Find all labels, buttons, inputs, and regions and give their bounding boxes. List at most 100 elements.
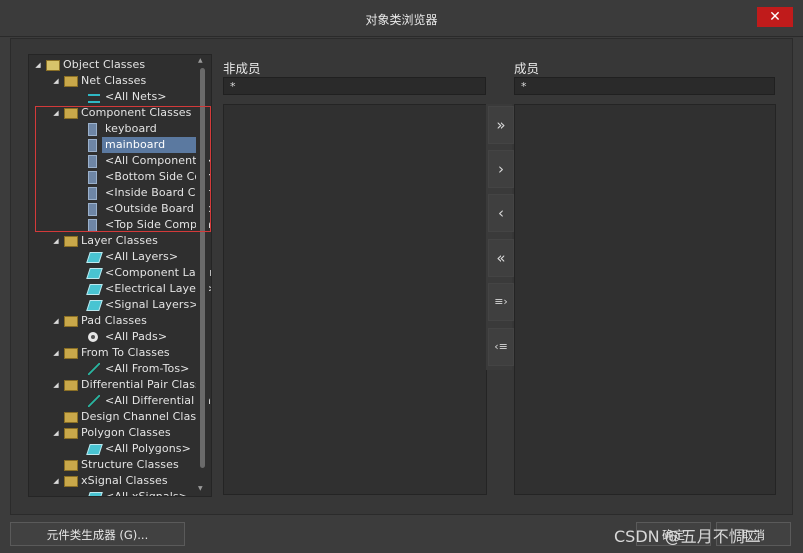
- tree-item[interactable]: <All Polygons>: [29, 441, 209, 457]
- tree-item[interactable]: ◢ Pad Classes: [29, 313, 209, 329]
- tree-item[interactable]: ◢ Object Classes: [29, 57, 209, 73]
- tree-item-label: <All From-Tos>: [105, 362, 190, 375]
- folder-icon: [64, 428, 78, 439]
- layer-icon: [86, 284, 103, 295]
- tree-item-label: <All xSignals>: [105, 490, 188, 497]
- tree-item[interactable]: <All Nets>: [29, 89, 209, 105]
- members-header: 成员: [514, 61, 540, 76]
- non-members-filter-input[interactable]: [223, 77, 486, 95]
- tree-item-label: Component Classes: [81, 106, 192, 119]
- tree-item-label: <All Pads>: [105, 330, 168, 343]
- from-to-icon: [88, 363, 100, 375]
- tree-item-label: <All Polygons>: [105, 442, 191, 455]
- folder-icon: [64, 460, 78, 471]
- tree-item[interactable]: <Electrical Layers>: [29, 281, 211, 297]
- scrollbar-thumb[interactable]: [200, 68, 205, 468]
- remove-selected-list-button[interactable]: ‹≡: [488, 328, 514, 366]
- component-icon: [88, 219, 97, 232]
- folder-icon: [64, 316, 78, 327]
- tree-item[interactable]: <Bottom Side Comp: [29, 169, 211, 185]
- component-icon: [88, 203, 97, 216]
- component-icon: [88, 171, 97, 184]
- add-button[interactable]: ›: [488, 150, 514, 188]
- tree-item[interactable]: ◢ Net Classes: [29, 73, 209, 89]
- tree-item-label: xSignal Classes: [81, 474, 168, 487]
- close-button[interactable]: ✕: [757, 7, 793, 27]
- tree-item[interactable]: <Signal Layers>: [29, 297, 209, 313]
- tree-item-label: <All Layers>: [105, 250, 179, 263]
- expand-arrow-icon[interactable]: ◢: [51, 105, 61, 121]
- folder-icon: [64, 380, 78, 391]
- tree-item-label: Net Classes: [81, 74, 147, 87]
- tree-item-label: keyboard: [105, 122, 157, 135]
- tree-item[interactable]: Structure Classes: [29, 457, 209, 473]
- component-icon: [88, 139, 97, 152]
- tree-item-label: Pad Classes: [81, 314, 147, 327]
- object-class-tree[interactable]: ◢ Object Classes ◢ Net Classes <All Nets> ◢ Co…: [28, 54, 212, 497]
- tree-item[interactable]: <All Components>: [29, 153, 211, 169]
- pad-icon: [88, 332, 98, 342]
- tree-item-label: <Signal Layers>: [105, 298, 199, 311]
- tree-item[interactable]: <All Differential Pai: [29, 393, 211, 409]
- class-generator-button[interactable]: 元件类生成器 (G)...: [10, 522, 185, 546]
- tree-item-label: From To Classes: [81, 346, 170, 359]
- tree-item-label: Structure Classes: [81, 458, 179, 471]
- expand-arrow-icon[interactable]: ◢: [51, 473, 61, 489]
- tree-item[interactable]: <All Pads>: [29, 329, 209, 345]
- layer-icon: [86, 268, 103, 279]
- tree-item-label: Polygon Classes: [81, 426, 171, 439]
- expand-arrow-icon[interactable]: ◢: [51, 313, 61, 329]
- expand-arrow-icon[interactable]: ◢: [51, 377, 61, 393]
- tree-item[interactable]: <All xSignals>: [29, 489, 209, 497]
- layer-icon: [86, 300, 103, 311]
- tree-item[interactable]: <Outside Board Co: [29, 201, 211, 217]
- component-icon: [88, 187, 97, 200]
- tree-item-label: Design Channel Classe: [81, 410, 209, 423]
- folder-icon: [64, 348, 78, 359]
- tree-item-label: Differential Pair Classe: [81, 378, 208, 391]
- tree-scrollbar[interactable]: ▲ ▼: [196, 55, 209, 494]
- tree-item[interactable]: ◢ xSignal Classes: [29, 473, 209, 489]
- component-icon: [88, 155, 97, 168]
- folder-icon: [64, 76, 78, 87]
- tree-item[interactable]: <Top Side Compon: [29, 217, 211, 233]
- tree-item[interactable]: <Inside Board Com: [29, 185, 211, 201]
- window-title: 对象类浏览器: [365, 13, 438, 27]
- tree-item[interactable]: <Component Layer: [29, 265, 211, 281]
- tree-item-label: Object Classes: [63, 58, 146, 71]
- add-all-button[interactable]: »: [488, 106, 514, 144]
- expand-arrow-icon[interactable]: ◢: [51, 233, 61, 249]
- expand-arrow-icon[interactable]: ◢: [51, 425, 61, 441]
- folder-icon: [64, 108, 78, 119]
- members-filter-input[interactable]: [514, 77, 775, 95]
- folder-icon: [64, 476, 78, 487]
- scroll-up-arrow-icon[interactable]: ▲: [198, 57, 203, 64]
- expand-arrow-icon[interactable]: ◢: [51, 73, 61, 89]
- tree-item[interactable]: <All Layers>: [29, 249, 209, 265]
- tree-item[interactable]: ◢ From To Classes: [29, 345, 209, 361]
- tree-item[interactable]: keyboard: [29, 121, 209, 137]
- layer-icon: [86, 492, 103, 496]
- tree-item[interactable]: ◢ Differential Pair Classe: [29, 377, 209, 393]
- expand-arrow-icon[interactable]: ◢: [33, 57, 43, 73]
- title-bar: 对象类浏览器 ✕: [0, 0, 803, 37]
- tree-item[interactable]: ◢ Layer Classes: [29, 233, 209, 249]
- scroll-down-arrow-icon[interactable]: ▼: [198, 485, 203, 492]
- tree-item[interactable]: ◢ Component Classes: [29, 105, 209, 121]
- tree-item[interactable]: mainboard: [29, 137, 209, 153]
- remove-button[interactable]: ‹: [488, 194, 514, 232]
- tree-item-label: <All Nets>: [105, 90, 167, 103]
- non-members-list[interactable]: [223, 104, 487, 495]
- members-list[interactable]: [514, 104, 776, 495]
- root-folder-icon: [46, 60, 60, 71]
- tree-item[interactable]: <All From-Tos>: [29, 361, 209, 377]
- net-icon: [88, 94, 100, 103]
- tree-item[interactable]: ◢ Polygon Classes: [29, 425, 209, 441]
- expand-arrow-icon[interactable]: ◢: [51, 345, 61, 361]
- folder-icon: [64, 412, 78, 423]
- tree-item[interactable]: Design Channel Classe: [29, 409, 209, 425]
- add-selected-list-button[interactable]: ≡›: [488, 283, 514, 321]
- watermark: CSDN @五月不惆二: [614, 527, 761, 546]
- remove-all-button[interactable]: «: [488, 239, 514, 277]
- polygon-icon: [86, 444, 103, 455]
